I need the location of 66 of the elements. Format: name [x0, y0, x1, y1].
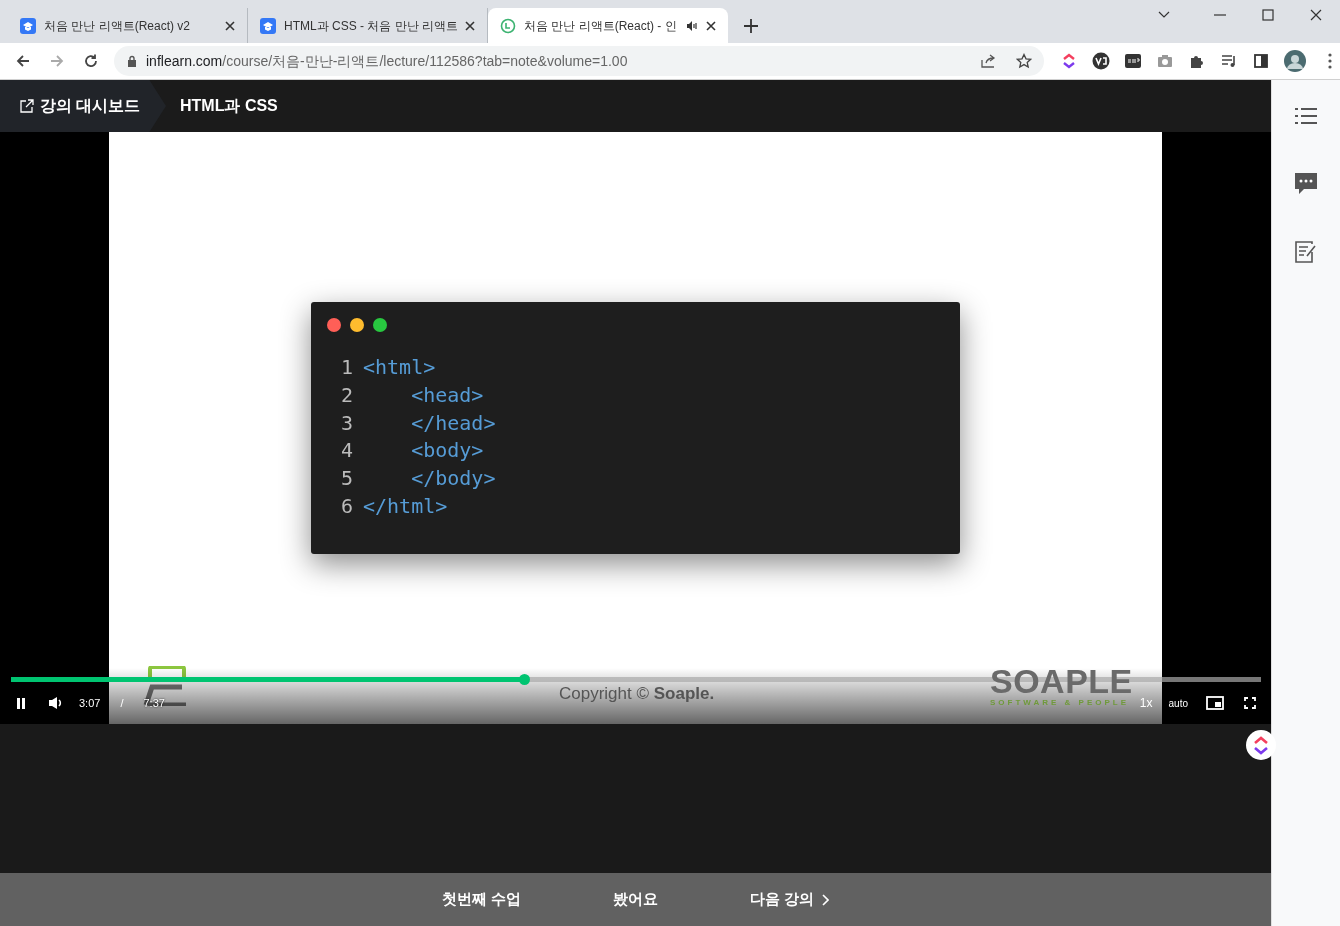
code-line: <body> — [410, 437, 484, 465]
lecture-nav-button[interactable]: 첫번째 수업 — [441, 888, 521, 911]
tab-title: HTML과 CSS - 처음 만난 리액트 — [284, 17, 457, 35]
menu-icon[interactable] — [1328, 53, 1332, 69]
browser-tab[interactable]: 처음 만난 리액트(React) - 인 — [488, 8, 728, 43]
reload-icon[interactable] — [83, 53, 99, 69]
tab-favicon-icon — [500, 17, 516, 34]
line-number: 4 — [341, 437, 355, 465]
camera-icon[interactable] — [1156, 52, 1174, 70]
media-icon[interactable] — [1220, 52, 1238, 70]
chat-icon[interactable] — [1294, 171, 1318, 195]
address-bar[interactable]: inflearn.com/course/처음-만난-리액트/lecture/112586?tab=note&volume=1.00 — [114, 46, 1044, 76]
progress-handle[interactable] — [518, 674, 530, 685]
external-link-icon — [20, 99, 34, 113]
close-icon[interactable] — [465, 20, 475, 31]
duration: 7:37 — [143, 695, 165, 711]
list-icon[interactable] — [1294, 106, 1318, 126]
share-icon[interactable] — [980, 53, 996, 69]
minimize-dot-icon — [350, 318, 364, 332]
line-number: 2 — [341, 381, 355, 409]
code-line: </html> — [363, 493, 448, 520]
close-icon[interactable] — [1310, 9, 1322, 21]
close-icon[interactable] — [706, 20, 716, 31]
back-icon[interactable] — [15, 53, 31, 69]
star-icon[interactable] — [1016, 53, 1032, 69]
time-separator: / — [120, 695, 124, 711]
new-tab-icon[interactable] — [744, 19, 758, 33]
code-line: <html> — [363, 354, 436, 381]
floating-extension-icon[interactable] — [1246, 730, 1276, 760]
extension-icon[interactable] — [1092, 52, 1110, 70]
url-text: inflearn.com/course/처음-만난-리액트/lecture/112586?tab=note&volume=1.00 — [146, 51, 628, 71]
lecture-nav-button[interactable]: 봤어요 — [613, 888, 658, 911]
tab-title: 처음 만난 리액트(React) - 인 — [524, 17, 678, 35]
avatar-icon[interactable] — [1284, 50, 1306, 72]
code-line: </body> — [410, 465, 496, 493]
tab-favicon-icon — [20, 17, 36, 34]
next-lecture-button[interactable]: 다음 강의 — [750, 888, 830, 911]
tab-search-icon[interactable] — [1158, 11, 1170, 19]
line-number: 3 — [341, 409, 355, 437]
note-icon[interactable] — [1294, 240, 1318, 264]
tab-favicon-icon — [260, 17, 276, 34]
fullscreen-icon[interactable] — [1244, 697, 1256, 709]
dashboard-link[interactable]: 강의 대시보드 — [0, 80, 166, 132]
line-number: 6 — [341, 493, 355, 520]
chevron-right-icon — [822, 893, 830, 906]
tab-title: 처음 만난 리액트(React) v2 — [44, 17, 191, 35]
code-line: </head> — [410, 409, 496, 437]
pause-icon[interactable] — [16, 697, 26, 709]
maximize-icon[interactable] — [1262, 9, 1274, 21]
extension-icon[interactable] — [1124, 52, 1142, 70]
current-time: 3:07 — [79, 695, 101, 711]
lecture-title: HTML과 CSS — [180, 96, 278, 116]
line-number: 5 — [341, 465, 355, 493]
side-panel-icon[interactable] — [1252, 52, 1270, 70]
copyright-text: Copyright © Soaple. — [559, 683, 715, 705]
volume-icon[interactable] — [48, 696, 63, 710]
picture-in-picture-icon[interactable] — [1206, 696, 1224, 710]
logo-tagline: SOFTWARE & PEOPLE — [990, 698, 1129, 708]
logo-text: SOAPLE — [990, 664, 1133, 698]
zoom-dot-icon — [373, 318, 387, 332]
code-line: <head> — [410, 381, 484, 409]
close-dot-icon — [327, 318, 341, 332]
quality-button[interactable]: auto — [1168, 695, 1188, 711]
close-icon[interactable] — [225, 20, 235, 31]
lock-icon — [126, 55, 138, 67]
line-number: 1 — [341, 354, 355, 381]
